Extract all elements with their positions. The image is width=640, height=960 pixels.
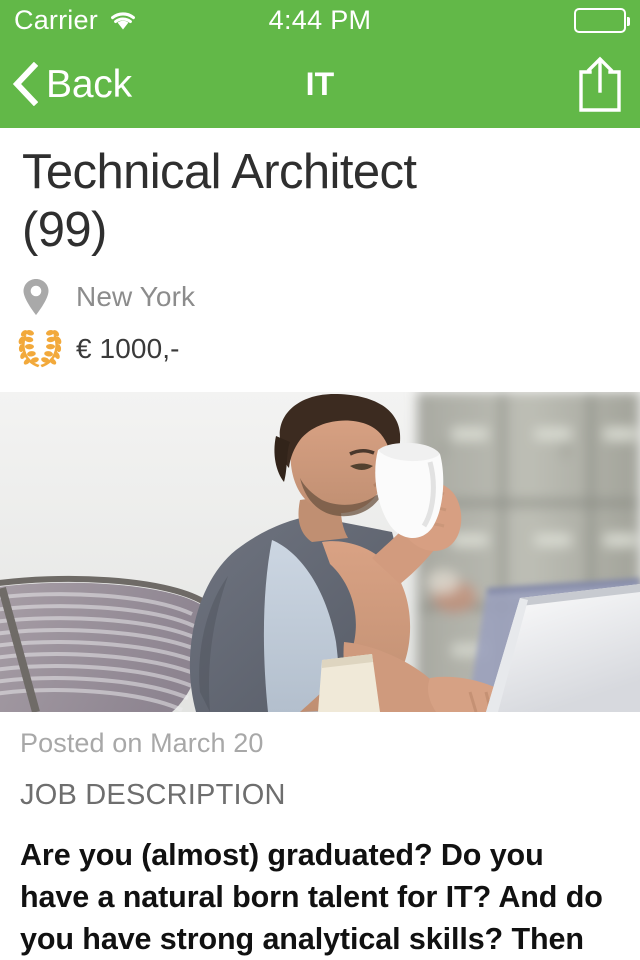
job-salary-label: € 1000,- bbox=[76, 332, 180, 364]
laurel-wreath-icon bbox=[18, 328, 62, 370]
job-location-label: New York bbox=[76, 280, 196, 312]
job-title: Technical Architect (99) bbox=[22, 145, 417, 257]
job-description-section: Posted on March 20 JOB DESCRIPTION Are y… bbox=[0, 712, 640, 960]
back-button-label: Back bbox=[46, 62, 132, 106]
job-photo bbox=[0, 391, 640, 712]
back-button[interactable]: Back bbox=[12, 61, 132, 107]
location-icon-slot bbox=[22, 278, 62, 316]
status-bar-right bbox=[574, 7, 630, 33]
salary-icon-slot bbox=[18, 328, 62, 370]
location-pin-icon bbox=[22, 278, 50, 316]
job-detail-screen: Carrier 4:44 PM Back IT Technical Archit… bbox=[0, 0, 640, 960]
share-icon bbox=[576, 55, 624, 113]
job-location-row: New York bbox=[22, 278, 618, 316]
job-description-heading: JOB DESCRIPTION bbox=[20, 778, 286, 811]
posted-date: Posted on March 20 bbox=[20, 727, 264, 758]
status-bar: Carrier 4:44 PM bbox=[0, 0, 640, 40]
job-description-body: Are you (almost) graduated? Do you have … bbox=[20, 837, 603, 956]
chevron-left-icon bbox=[12, 61, 39, 107]
job-header: Technical Architect (99) New York € 1000… bbox=[0, 128, 640, 370]
wifi-icon bbox=[108, 9, 138, 31]
job-salary-row: € 1000,- bbox=[18, 328, 618, 370]
navigation-bar: Back IT bbox=[0, 40, 640, 128]
battery-full-icon bbox=[574, 7, 630, 33]
share-button[interactable] bbox=[576, 55, 624, 113]
status-bar-left: Carrier bbox=[14, 4, 138, 35]
carrier-label: Carrier bbox=[14, 4, 98, 35]
job-content: Technical Architect (99) New York € 1000… bbox=[0, 128, 640, 960]
